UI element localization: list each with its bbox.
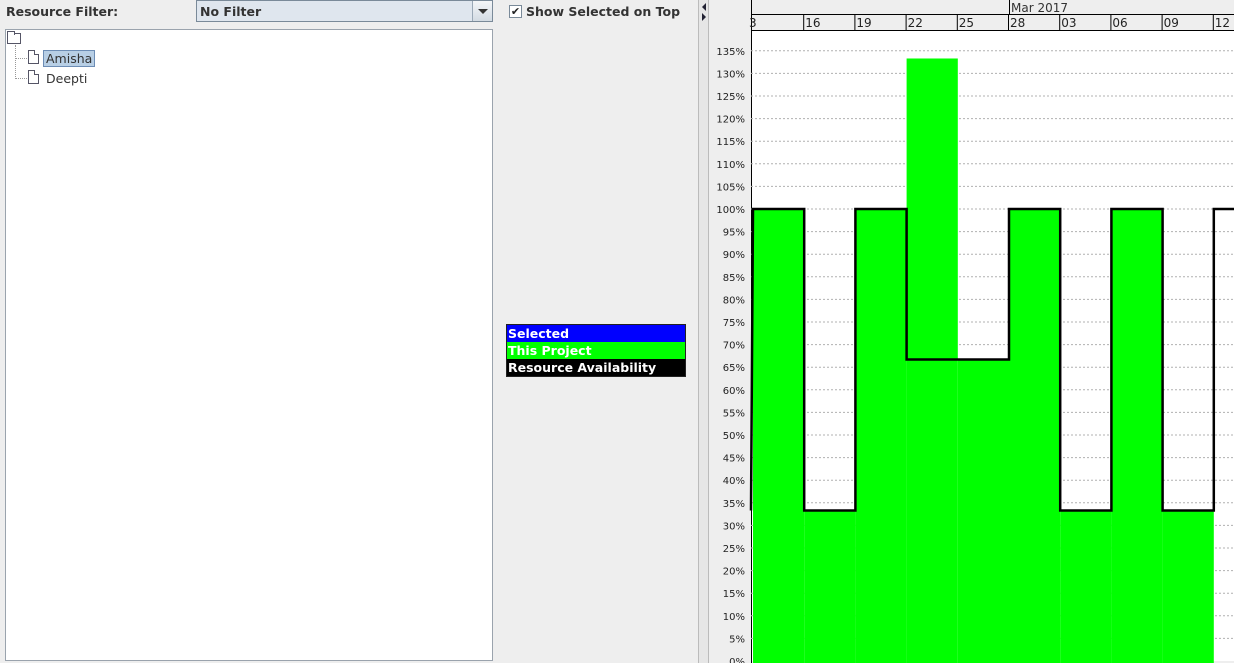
y-tick-label: 85% [723, 273, 745, 284]
x-tick-label: 28 [1010, 16, 1025, 30]
y-tick-label: 120% [716, 115, 745, 126]
y-tick-label: 40% [723, 476, 745, 487]
y-tick-label: 105% [716, 182, 745, 193]
y-tick-label: 20% [723, 567, 745, 578]
bar-this-project [804, 510, 856, 663]
y-tick-label: 25% [723, 544, 745, 555]
y-tick-label: 100% [716, 205, 745, 216]
y-tick-label: 55% [723, 408, 745, 419]
y-tick-label: 80% [723, 295, 745, 306]
y-tick-label: 75% [723, 318, 745, 329]
resource-tree[interactable]: Amisha Deepti [5, 29, 493, 661]
document-icon [28, 50, 39, 64]
y-tick-label: 15% [723, 589, 745, 600]
split-pane-divider[interactable] [698, 0, 709, 663]
bar-this-project [1060, 510, 1112, 663]
y-tick-label: 70% [723, 341, 745, 352]
document-icon [28, 70, 39, 84]
y-tick-label: 0% [729, 657, 745, 663]
tree-connector [15, 45, 16, 79]
bar-this-project [855, 209, 907, 663]
expand-right-icon[interactable] [702, 13, 706, 21]
bar-this-project [1162, 510, 1214, 663]
x-tick-label: 19 [856, 16, 871, 30]
chart-legend: Selected This Project Resource Availabil… [506, 324, 686, 377]
y-tick-label: 45% [723, 454, 745, 465]
x-tick-label: 03 [1061, 16, 1076, 30]
folder-icon[interactable] [7, 31, 21, 44]
y-tick-label: 110% [716, 160, 745, 171]
month-label: Mar 2017 [1011, 1, 1068, 15]
tree-item-amisha[interactable]: Amisha [43, 50, 96, 67]
y-tick-label: 65% [723, 363, 745, 374]
x-tick-label: 3 [749, 16, 757, 30]
y-tick-label: 130% [716, 69, 745, 80]
bar-this-project [1111, 209, 1163, 663]
y-tick-label: 35% [723, 499, 745, 510]
y-tick-label: 10% [723, 612, 745, 623]
chevron-down-icon[interactable] [472, 1, 492, 21]
x-tick-label: 16 [805, 16, 820, 30]
tree-connector [15, 78, 27, 79]
resource-histogram-chart: Mar 2017 0% 5% 10% 15% 20% 25% 30% 35% 40% 45% 50% 5… [710, 0, 1234, 663]
x-tick-label: 12 [1215, 16, 1230, 30]
x-tick-label: 22 [908, 16, 923, 30]
legend-resource-availability: Resource Availability [507, 359, 685, 376]
resource-filter-dropdown[interactable]: No Filter [196, 0, 493, 22]
y-tick-label: 60% [723, 386, 745, 397]
timeline-header [751, 0, 1234, 31]
resource-filter-value: No Filter [200, 4, 262, 19]
legend-selected: Selected [507, 325, 685, 342]
bar-this-project [1009, 209, 1061, 663]
y-tick-label: 135% [716, 47, 745, 58]
x-tick-label: 06 [1112, 16, 1127, 30]
bar-this-project [957, 359, 1009, 663]
y-tick-label: 115% [716, 137, 745, 148]
show-selected-checkbox[interactable]: ✔ [509, 5, 522, 18]
y-tick-label: 30% [723, 521, 745, 532]
y-tick-label: 50% [723, 431, 745, 442]
bar-this-project [753, 209, 805, 663]
tree-item-deepti[interactable]: Deepti [44, 71, 89, 86]
legend-this-project: This Project [507, 342, 685, 359]
resource-filter-label: Resource Filter: [6, 4, 119, 19]
y-tick-label: 90% [723, 250, 745, 261]
y-tick-label: 5% [729, 634, 745, 645]
x-tick-label: 09 [1164, 16, 1179, 30]
collapse-left-icon[interactable] [702, 3, 706, 11]
show-selected-label: Show Selected on Top [526, 4, 681, 19]
tree-connector [15, 58, 27, 59]
y-tick-label: 95% [723, 228, 745, 239]
y-tick-label: 125% [716, 92, 745, 103]
x-tick-label: 25 [959, 16, 974, 30]
